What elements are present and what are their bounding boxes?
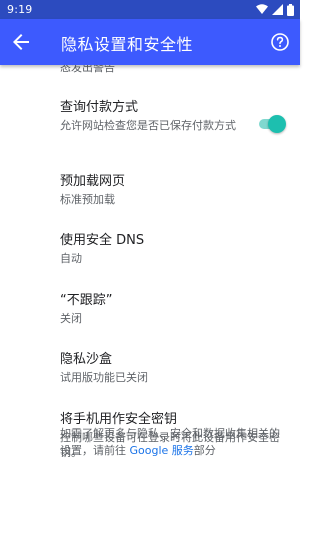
back-button[interactable] xyxy=(9,30,33,54)
setting-title: “不跟踪” xyxy=(60,293,113,308)
help-button[interactable] xyxy=(268,30,292,54)
back-arrow-icon xyxy=(13,34,29,50)
setting-summary: 允许网站检查您是否已保存付款方式 xyxy=(60,119,236,132)
page-title: 隐私设置和安全性 xyxy=(61,35,194,54)
setting-secure-dns[interactable]: 使用安全 DNS 自动 xyxy=(60,232,286,266)
settings-list: 态发出警告 查询付款方式 允许网站检查您是否已保存付款方式 预加载网页 标准预加… xyxy=(0,65,300,533)
setting-summary: 自动 xyxy=(60,252,82,265)
previous-setting-summary: 态发出警告 xyxy=(60,65,115,74)
setting-title: 隐私沙盒 xyxy=(60,352,113,367)
setting-preload-pages[interactable]: 预加载网页 标准预加载 xyxy=(60,173,286,207)
wifi-icon xyxy=(256,4,268,14)
setting-summary: 标准预加载 xyxy=(60,193,115,206)
setting-title: 使用安全 DNS xyxy=(60,233,145,248)
status-bar: 9:19 xyxy=(0,0,300,19)
setting-do-not-track[interactable]: “不跟踪” 关闭 xyxy=(60,292,286,326)
status-icons xyxy=(256,3,294,16)
setting-title: 预加载网页 xyxy=(60,174,126,189)
setting-summary: 关闭 xyxy=(60,312,82,325)
setting-summary: 试用版功能已关闭 xyxy=(60,371,148,384)
setting-payment-methods[interactable]: 查询付款方式 允许网站检查您是否已保存付款方式 xyxy=(60,99,286,133)
footer-text-end: 部分 xyxy=(193,444,216,457)
toggle-thumb xyxy=(268,115,286,133)
setting-privacy-sandbox[interactable]: 隐私沙盒 试用版功能已关闭 xyxy=(60,351,286,385)
signal-icon xyxy=(272,4,283,15)
app-bar: 隐私设置和安全性 xyxy=(0,19,300,65)
payment-methods-toggle[interactable] xyxy=(256,115,286,133)
status-time: 9:19 xyxy=(7,3,33,16)
google-services-link[interactable]: Google 服务 xyxy=(130,444,194,457)
battery-icon xyxy=(287,3,294,16)
setting-title: 查询付款方式 xyxy=(60,100,139,115)
help-icon xyxy=(271,33,289,51)
footer-note: 如需了解更多与隐私、安全和数据收集相关的设置，请前往 Google 服务部分 xyxy=(60,425,290,459)
